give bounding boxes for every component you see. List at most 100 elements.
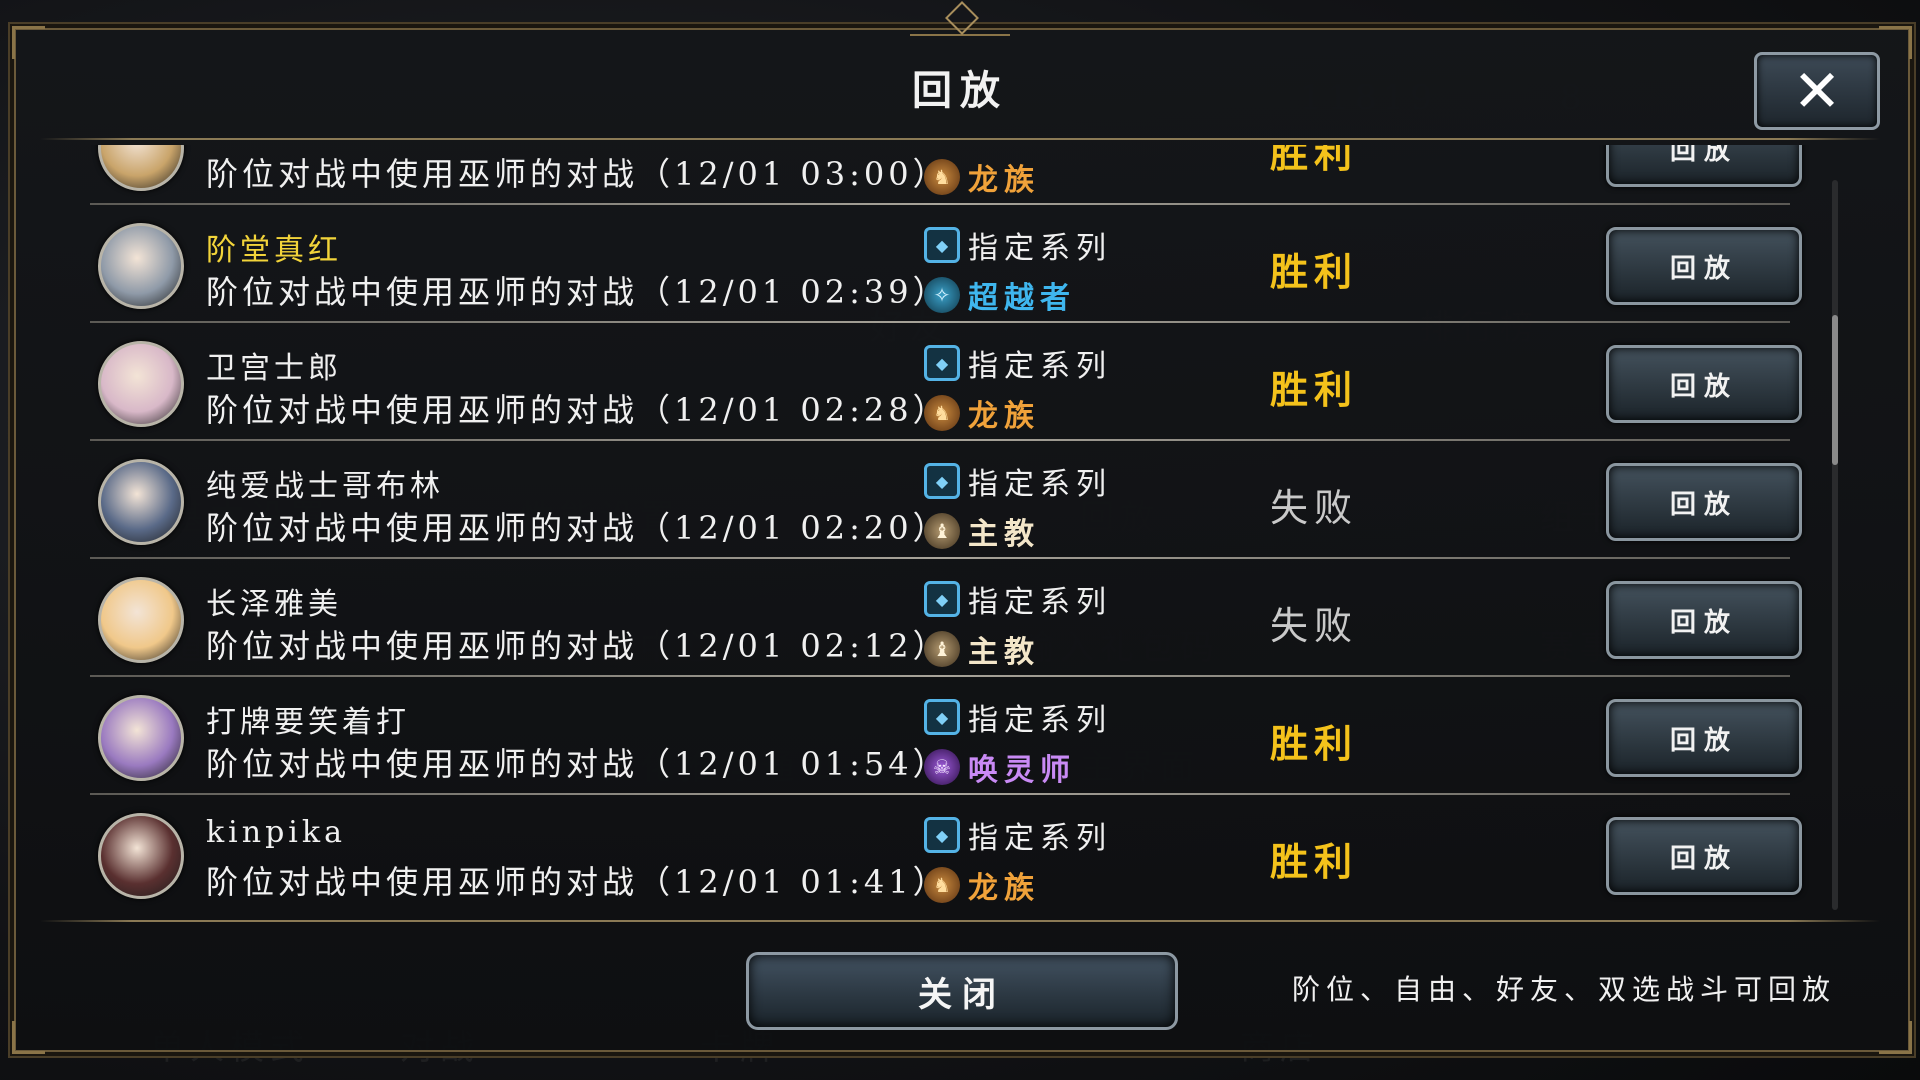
opponent-class-tag: ♞ 龙族 bbox=[924, 391, 1040, 435]
opponent-class-tag: ♞ 龙族 bbox=[924, 155, 1040, 199]
bishop-icon: ♝ bbox=[924, 631, 960, 667]
match-description: 阶位对战中使用巫师的对战（12/01 01:54） bbox=[206, 745, 949, 783]
opponent-class-tag: ♝ 主教 bbox=[924, 509, 1040, 553]
corner-ornament bbox=[12, 26, 45, 59]
class-label: 龙族 bbox=[968, 399, 1040, 434]
scrollbar[interactable] bbox=[1832, 180, 1838, 910]
format-tag: ◆ 指定系列 bbox=[924, 813, 1112, 857]
replay-button-label: 回放 bbox=[1669, 607, 1738, 638]
opponent-avatar bbox=[98, 145, 184, 191]
class-label: 超越者 bbox=[968, 281, 1076, 316]
bishop-icon: ♝ bbox=[924, 513, 960, 549]
replay-button[interactable]: 回放 bbox=[1606, 145, 1802, 187]
format-label: 指定系列 bbox=[968, 585, 1112, 620]
corner-ornament bbox=[12, 1021, 45, 1054]
replay-row: 阶堂真红 阶位对战中使用巫师的对战（12/01 02:39） ◆ 指定系列 ✧ 超越者 胜利… bbox=[60, 205, 1830, 323]
opponent-name: kinpika bbox=[206, 815, 346, 850]
necromancer-icon: ☠ bbox=[924, 749, 960, 785]
replay-button[interactable]: 回放 bbox=[1606, 227, 1802, 305]
replay-row: 卫宫士郎 阶位对战中使用巫师的对战（12/01 02:28） ◆ 指定系列 ♞ 龙族 胜利回… bbox=[60, 323, 1830, 441]
match-result: 失败 bbox=[1270, 486, 1359, 530]
match-description: 阶位对战中使用巫师的对战（12/01 03:00） bbox=[206, 155, 949, 193]
match-result: 胜利 bbox=[1270, 367, 1359, 412]
replay-button[interactable]: 回放 bbox=[1606, 345, 1802, 423]
opponent-name: 纯爱战士哥布林 bbox=[206, 469, 444, 504]
class-label: 唤灵师 bbox=[968, 753, 1076, 788]
replay-button[interactable]: 回放 bbox=[1606, 463, 1802, 541]
corner-ornament bbox=[1879, 1021, 1912, 1054]
rotation-shield-icon: ◆ bbox=[924, 817, 960, 853]
divider bbox=[40, 138, 1880, 140]
opponent-avatar bbox=[98, 695, 184, 781]
rotation-shield-icon: ◆ bbox=[924, 227, 960, 263]
match-result: 失败 bbox=[1270, 604, 1359, 648]
opponent-name: 卫宫士郎 bbox=[206, 351, 342, 386]
match-description: 阶位对战中使用巫师的对战（12/01 02:12） bbox=[206, 627, 949, 665]
close-button[interactable]: 关闭 bbox=[746, 952, 1178, 1030]
replay-list[interactable]: 阶位对战中使用巫师的对战（12/01 03:00） ♞ 龙族 胜利 回放 阶堂真红 阶位对战… bbox=[60, 145, 1830, 910]
format-label: 指定系列 bbox=[968, 231, 1112, 266]
format-label: 指定系列 bbox=[968, 821, 1112, 856]
rotation-shield-icon: ◆ bbox=[924, 345, 960, 381]
transcendent-icon: ✧ bbox=[924, 277, 960, 313]
match-result: 胜利 bbox=[1270, 721, 1359, 766]
opponent-class-tag: ♝ 主教 bbox=[924, 627, 1040, 671]
format-tag: ◆ 指定系列 bbox=[924, 695, 1112, 739]
match-description: 阶位对战中使用巫师的对战（12/01 01:41） bbox=[206, 863, 949, 901]
format-label: 指定系列 bbox=[968, 349, 1112, 384]
rotation-shield-icon: ◆ bbox=[924, 581, 960, 617]
close-dialog-button[interactable]: ✕ bbox=[1754, 52, 1880, 130]
class-label: 龙族 bbox=[968, 163, 1040, 198]
replay-button[interactable]: 回放 bbox=[1606, 699, 1802, 777]
opponent-avatar bbox=[98, 459, 184, 545]
dragon-icon: ♞ bbox=[924, 867, 960, 903]
opponent-name: 打牌要笑着打 bbox=[206, 705, 410, 740]
replay-button-label: 回放 bbox=[1669, 253, 1738, 284]
opponent-avatar bbox=[98, 223, 184, 309]
dragon-icon: ♞ bbox=[924, 159, 960, 195]
opponent-avatar bbox=[98, 577, 184, 663]
divider bbox=[40, 920, 1880, 922]
replay-availability-note: 阶位、自由、好友、双选战斗可回放 bbox=[1292, 973, 1837, 1006]
close-button-label: 关闭 bbox=[918, 974, 1006, 1015]
replay-button-label: 回放 bbox=[1669, 371, 1738, 402]
opponent-class-tag: ☠ 唤灵师 bbox=[924, 745, 1076, 789]
class-label: 主教 bbox=[968, 635, 1040, 670]
rotation-shield-icon: ◆ bbox=[924, 463, 960, 499]
match-result: 胜利 bbox=[1270, 145, 1359, 176]
opponent-avatar bbox=[98, 341, 184, 427]
replay-row: 纯爱战士哥布林 阶位对战中使用巫师的对战（12/01 02:20） ◆ 指定系列 ♝ 主教… bbox=[60, 441, 1830, 559]
dialog-title: 回放 bbox=[912, 67, 1008, 114]
opponent-class-tag: ✧ 超越者 bbox=[924, 273, 1076, 317]
match-result: 胜利 bbox=[1270, 249, 1359, 294]
format-tag: ◆ 指定系列 bbox=[924, 459, 1112, 503]
opponent-avatar bbox=[98, 813, 184, 899]
format-label: 指定系列 bbox=[968, 703, 1112, 738]
format-tag: ◆ 指定系列 bbox=[924, 577, 1112, 621]
class-label: 龙族 bbox=[968, 871, 1040, 906]
class-label: 主教 bbox=[968, 517, 1040, 552]
top-ornament-icon bbox=[910, 2, 1010, 36]
format-tag: ◆ 指定系列 bbox=[924, 223, 1112, 267]
replay-row: 长泽雅美 阶位对战中使用巫师的对战（12/01 02:12） ◆ 指定系列 ♝ 主教 失败回… bbox=[60, 559, 1830, 677]
replay-button[interactable]: 回放 bbox=[1606, 817, 1802, 895]
format-label: 指定系列 bbox=[968, 467, 1112, 502]
scrollbar-thumb[interactable] bbox=[1832, 315, 1838, 465]
match-description: 阶位对战中使用巫师的对战（12/01 02:20） bbox=[206, 509, 949, 547]
rotation-shield-icon: ◆ bbox=[924, 699, 960, 735]
format-tag: ◆ 指定系列 bbox=[924, 341, 1112, 385]
match-description: 阶位对战中使用巫师的对战（12/01 02:28） bbox=[206, 391, 949, 429]
dragon-icon: ♞ bbox=[924, 395, 960, 431]
replay-button[interactable]: 回放 bbox=[1606, 581, 1802, 659]
replay-button-label: 回放 bbox=[1669, 489, 1738, 520]
match-result: 胜利 bbox=[1270, 839, 1359, 884]
match-description: 阶位对战中使用巫师的对战（12/01 02:39） bbox=[206, 273, 949, 311]
replay-button-label: 回放 bbox=[1669, 145, 1738, 166]
opponent-class-tag: ♞ 龙族 bbox=[924, 863, 1040, 907]
replay-button-label: 回放 bbox=[1669, 843, 1738, 874]
replay-row: kinpika 阶位对战中使用巫师的对战（12/01 01:41） ◆ 指定系列 ♞ 龙族… bbox=[60, 795, 1830, 910]
opponent-name: 长泽雅美 bbox=[206, 587, 342, 622]
replay-row: 打牌要笑着打 阶位对战中使用巫师的对战（12/01 01:54） ◆ 指定系列 ☠ 唤灵师… bbox=[60, 677, 1830, 795]
corner-ornament bbox=[1879, 26, 1912, 59]
replay-row: 阶位对战中使用巫师的对战（12/01 03:00） ♞ 龙族 胜利 回放 bbox=[60, 145, 1830, 205]
